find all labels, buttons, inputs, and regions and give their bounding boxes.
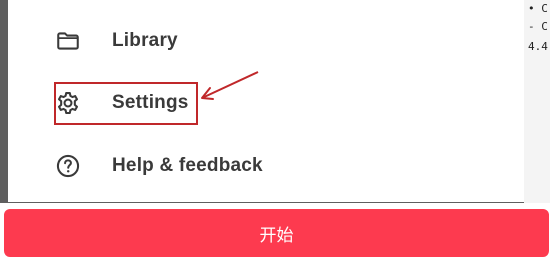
menu-item-library[interactable]: Library [54,18,494,64]
menu-item-label: Help & feedback [112,155,263,176]
folder-icon [54,27,82,55]
background-content-panel: • C - C 4.4 [524,0,550,203]
screen: • C - C 4.4 Library Settings Help & feed… [0,0,550,260]
start-button[interactable]: 开始 [4,209,549,257]
settings-highlight-box [54,82,198,125]
help-icon [54,152,82,180]
background-text-line: • C [528,2,548,15]
background-text-line: 4.4 [528,40,548,53]
background-text-line: - C [528,20,548,33]
annotation-arrow-icon [201,71,259,100]
menu-item-help-feedback[interactable]: Help & feedback [54,143,494,189]
menu-item-label: Library [112,30,178,51]
start-button-label: 开始 [259,225,294,246]
